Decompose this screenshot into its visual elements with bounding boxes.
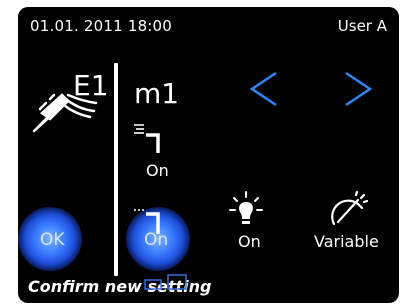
- device-screen: 01.01. 2011 18:00 User A E1 m1 On OK On …: [18, 7, 399, 303]
- air-value: On: [144, 230, 169, 250]
- light-bulb-icon[interactable]: [228, 190, 264, 230]
- speed-value: Variable: [314, 232, 379, 251]
- previous-button[interactable]: [246, 69, 282, 109]
- ok-label: OK: [40, 230, 65, 250]
- speedometer-icon[interactable]: [328, 190, 368, 230]
- mode-label: m1: [134, 77, 180, 110]
- screen-overlay-icon: [144, 274, 187, 290]
- spray-value: On: [146, 161, 169, 180]
- next-button[interactable]: [340, 69, 376, 109]
- tool-label: E1: [73, 69, 109, 102]
- light-value: On: [238, 232, 261, 251]
- datetime-display: 01.01. 2011 18:00: [30, 17, 173, 35]
- spray-icon[interactable]: [130, 119, 170, 155]
- user-label: User A: [337, 17, 387, 35]
